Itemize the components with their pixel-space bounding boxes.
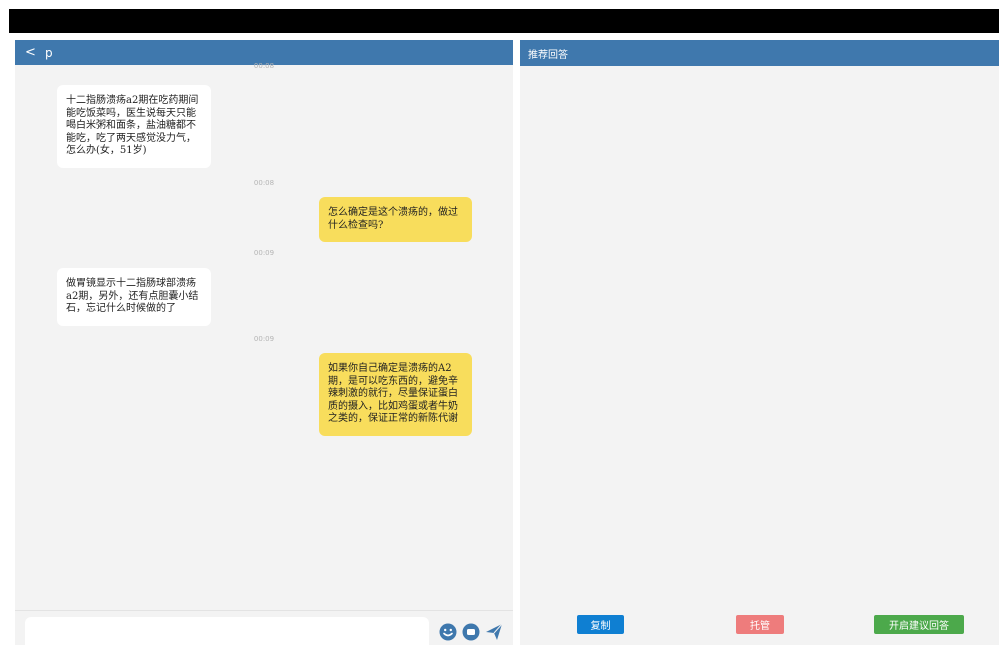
recommend-panel: 推荐回答 复制 托管 开启建议回答	[520, 40, 999, 645]
copy-button[interactable]: 复制	[577, 615, 624, 634]
incoming-message: 做胃镜显示十二指肠球部溃疡a2期，另外，还有点胆囊小结石，忘记什么时候做的了	[57, 268, 211, 326]
enable-suggestion-button[interactable]: 开启建议回答	[874, 615, 964, 634]
message-time: 00:09	[253, 249, 275, 257]
smiley-icon[interactable]	[439, 623, 457, 641]
back-icon[interactable]: <	[25, 45, 43, 60]
outgoing-message: 如果你自己确定是溃疡的A2期，是可以吃东西的，避免辛辣刺激的就行，尽量保证蛋白质…	[319, 353, 472, 436]
host-button[interactable]: 托管	[736, 615, 784, 634]
message-time: 00:08	[253, 179, 275, 187]
message-time: 00:08	[253, 62, 275, 70]
outgoing-message: 怎么确定是这个溃疡的，做过什么检查吗?	[319, 197, 472, 242]
message-time: 00:09	[253, 335, 275, 343]
message-input[interactable]	[25, 617, 429, 645]
top-black-bar	[9, 9, 999, 33]
send-icon[interactable]	[485, 623, 503, 641]
chat-panel: < p 00:08 十二指肠溃疡a2期在吃药期间能吃饭菜吗，医生说每天只能喝白米…	[15, 40, 513, 645]
recommend-header: 推荐回答	[520, 40, 999, 66]
chat-bubble-icon[interactable]	[462, 623, 480, 641]
chat-title: p	[45, 45, 53, 60]
incoming-message: 十二指肠溃疡a2期在吃药期间能吃饭菜吗，医生说每天只能喝白米粥和面条，盐油糖都不…	[57, 85, 211, 168]
message-composer	[15, 610, 513, 645]
